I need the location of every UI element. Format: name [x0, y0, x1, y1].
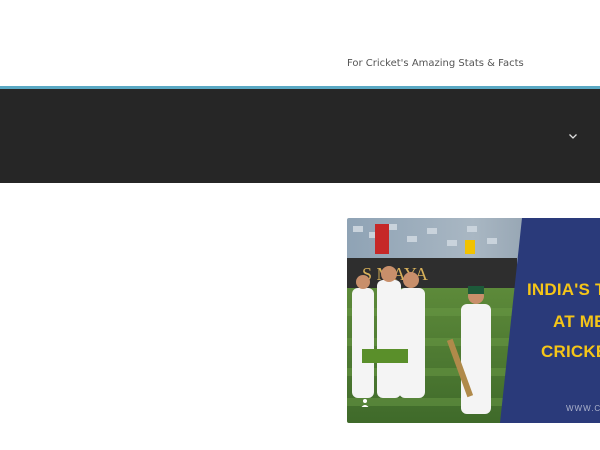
banner-url: WWW.C	[566, 404, 600, 413]
banner-line-3: CRICKE	[541, 342, 600, 361]
banner-line-2: AT ME	[553, 312, 600, 331]
banner-line-1: INDIA'S T	[527, 280, 600, 299]
category-badge[interactable]	[362, 349, 408, 363]
site-tagline: For Cricket's Amazing Stats & Facts	[347, 58, 524, 69]
chevron-down-icon	[569, 134, 577, 139]
featured-post-card[interactable]: S MAYA INDIA'S T AT ME CRICKE WWW.C	[347, 218, 600, 423]
site-header: For Cricket's Amazing Stats & Facts	[0, 0, 600, 88]
user-icon[interactable]	[360, 398, 370, 408]
main-navigation-bar	[0, 89, 600, 183]
nav-chevron-down-icon[interactable]	[566, 129, 580, 143]
